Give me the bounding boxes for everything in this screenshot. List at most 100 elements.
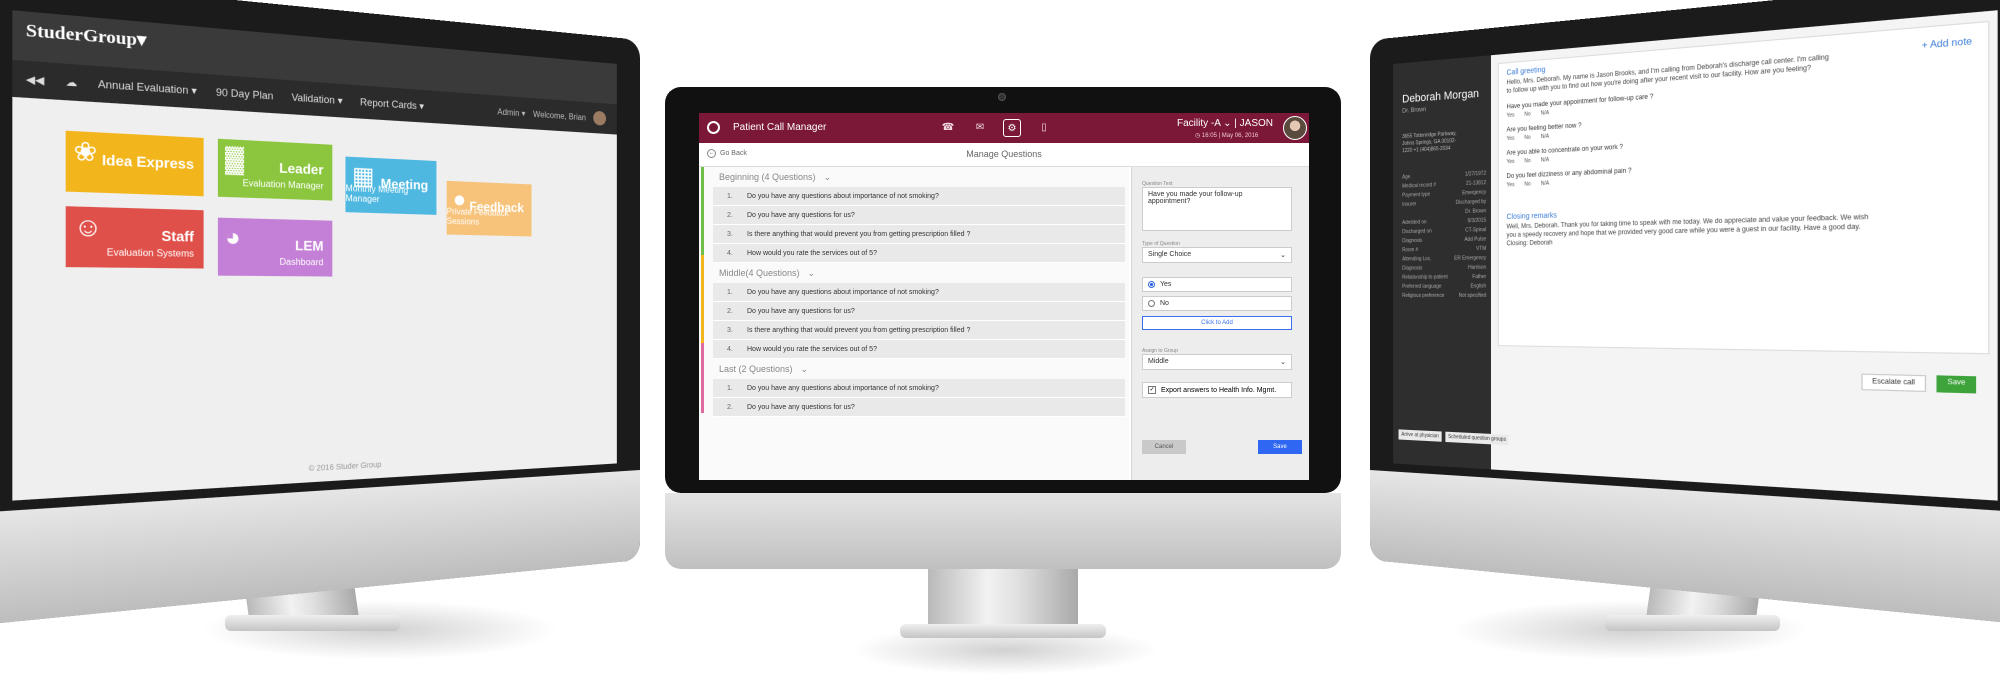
- option-no[interactable]: No: [1142, 296, 1292, 311]
- subheader: ← Go Back Manage Questions: [699, 143, 1309, 167]
- type-select[interactable]: Single Choice ⌄: [1142, 247, 1292, 263]
- question-text: Is there anything that would prevent you…: [747, 327, 971, 334]
- question-item[interactable]: 2. Do you have any questions for us?: [713, 398, 1125, 417]
- phone-icon[interactable]: ☎: [939, 119, 957, 137]
- question-group-middle: Middle(4 Questions) ⌄ 1. Do you have any q…: [699, 263, 1129, 359]
- answer-na[interactable]: N/A: [1541, 133, 1549, 140]
- option-label: Yes: [1160, 281, 1172, 288]
- center-chin: [665, 493, 1341, 569]
- script-card: + Add note Call greeting Hello, Mrs. Deb…: [1497, 20, 1990, 355]
- detail-key: Diagnosis: [1402, 237, 1423, 245]
- tile-subtitle: Evaluation Systems: [106, 247, 194, 260]
- avatar[interactable]: [593, 110, 607, 126]
- cloud-icon[interactable]: ☁: [65, 75, 77, 89]
- tile-subtitle: Dashboard: [279, 256, 324, 268]
- document-icon[interactable]: ▯: [1035, 119, 1053, 137]
- question-item[interactable]: 4. How would you rate the services out of…: [713, 340, 1125, 359]
- question-item[interactable]: 1. Do you have any questions about import…: [713, 187, 1125, 206]
- question-item[interactable]: 4. How would you rate the services out of…: [713, 244, 1125, 263]
- click-to-add-button[interactable]: Click to Add: [1142, 316, 1292, 330]
- question-edit-panel: Question Text Have you made your follow-…: [1131, 167, 1309, 480]
- answer-yes[interactable]: Yes: [1507, 182, 1515, 189]
- app-header: Patient Call Manager ☎ ✉ ⚙ ▯ Facility -A…: [699, 113, 1309, 143]
- question-text: Is there anything that would prevent you…: [747, 231, 971, 238]
- nav-90-day-plan[interactable]: 90 Day Plan: [216, 86, 273, 101]
- tile-idea-express[interactable]: ❀ Idea Express: [65, 130, 204, 197]
- user-greeting: Welcome, Brian: [533, 109, 586, 122]
- question-group-beginning: Beginning (4 Questions) ⌄ 1. Do you have a…: [699, 167, 1129, 263]
- app-logo-icon[interactable]: [707, 121, 720, 134]
- studer-logo[interactable]: StuderGroup▾: [26, 21, 146, 50]
- group-select[interactable]: Middle ⌄: [1142, 354, 1292, 370]
- detail-value: ER Emergency: [1454, 255, 1487, 262]
- question-text: Do you have any questions for us?: [747, 212, 855, 219]
- detail-value: Father: [1472, 273, 1487, 281]
- tile-title: Leader: [279, 160, 324, 178]
- cancel-button[interactable]: Cancel: [1142, 440, 1186, 454]
- app-title: Patient Call Manager: [733, 122, 827, 133]
- save-button[interactable]: Save: [1258, 440, 1302, 454]
- detail-key: Age: [1402, 174, 1411, 181]
- save-button[interactable]: Save: [1936, 375, 1977, 394]
- detail-value: Not specified: [1458, 292, 1487, 299]
- answer-no[interactable]: No: [1524, 134, 1530, 141]
- checkbox-checked-icon[interactable]: ✓: [1148, 386, 1156, 394]
- nav-validation[interactable]: Validation ▾: [292, 91, 343, 107]
- answer-na[interactable]: N/A: [1541, 157, 1549, 164]
- answer-na[interactable]: N/A: [1541, 110, 1549, 117]
- scheduled-question-groups-button[interactable]: Scheduled question groups: [1445, 431, 1509, 446]
- tile-feedback[interactable]: ● Feedback Private Feedback Sessions: [446, 180, 532, 237]
- tile-leader[interactable]: ▓ Leader Evaluation Manager: [217, 138, 333, 201]
- datetime: ◷ 16:05 | May 06, 2016: [1195, 133, 1259, 139]
- question-item[interactable]: 3. Is there anything that would prevent y…: [713, 321, 1125, 340]
- chevron-down-icon: ⌄: [1280, 359, 1286, 366]
- left-stand-base: [225, 615, 400, 631]
- detail-key: Religious preference: [1402, 292, 1445, 299]
- escalate-call-button[interactable]: Escalate call: [1860, 373, 1927, 393]
- export-checkbox-row[interactable]: ✓ Export answers to Health Info. Mgmt.: [1142, 382, 1292, 398]
- answer-no[interactable]: No: [1524, 181, 1530, 188]
- q-num: 1.: [727, 385, 733, 392]
- q-num: 1.: [727, 289, 733, 296]
- question-item[interactable]: 2. Do you have any questions for us?: [713, 302, 1125, 321]
- answer-yes[interactable]: Yes: [1507, 135, 1515, 142]
- question-item[interactable]: 1. Do you have any questions about import…: [713, 379, 1125, 398]
- group-title[interactable]: Middle(4 Questions) ⌄: [709, 263, 1129, 283]
- arrive-at-physician-button[interactable]: Arrive at physician: [1398, 429, 1442, 442]
- answer-no[interactable]: No: [1524, 111, 1530, 118]
- option-yes[interactable]: Yes: [1142, 277, 1292, 292]
- nav-annual-evaluation[interactable]: Annual Evaluation ▾: [98, 78, 197, 98]
- chevron-down-icon: ⌄: [1280, 252, 1286, 259]
- q-num: 4.: [727, 346, 733, 353]
- panel-form: Question Text Have you made your follow-…: [1142, 175, 1292, 398]
- detail-row: Preferred language English: [1402, 283, 1486, 293]
- question-item[interactable]: 1. Do you have any questions about import…: [713, 283, 1125, 302]
- question-text-field[interactable]: Have you made your follow-up appointment…: [1142, 187, 1292, 231]
- group-title-text: Middle(4 Questions): [719, 268, 800, 278]
- header-icons: ☎ ✉ ⚙ ▯: [939, 119, 1053, 137]
- q-num: 2.: [727, 404, 733, 411]
- tile-lem[interactable]: ◕ LEM Dashboard: [217, 217, 333, 277]
- answer-yes[interactable]: Yes: [1507, 159, 1515, 166]
- facility-selector[interactable]: Facility -A ⌄ | JASON: [1177, 118, 1273, 129]
- tile-meeting[interactable]: ▦ Meeting Monthly Meeting Manager: [345, 156, 437, 215]
- group-title[interactable]: Beginning (4 Questions) ⌄: [709, 167, 1129, 187]
- question-item[interactable]: 2. Do you have any questions for us?: [713, 206, 1125, 225]
- group-title[interactable]: Last (2 Questions) ⌄: [709, 359, 1129, 379]
- gear-icon[interactable]: ⚙: [1003, 119, 1021, 137]
- avatar[interactable]: [1283, 116, 1307, 140]
- tile-subtitle: Evaluation Manager: [242, 177, 324, 192]
- question-item[interactable]: 3. Is there anything that would prevent y…: [713, 225, 1125, 244]
- back-icon[interactable]: ◀◀: [26, 72, 44, 87]
- answer-no[interactable]: No: [1524, 158, 1530, 165]
- mail-icon[interactable]: ✉: [971, 119, 989, 137]
- tile-staff[interactable]: ☺ Staff Evaluation Systems: [65, 206, 204, 269]
- answer-na[interactable]: N/A: [1541, 180, 1549, 187]
- answer-yes[interactable]: Yes: [1507, 112, 1515, 119]
- user-menu[interactable]: Admin ▾: [497, 107, 525, 118]
- patient-name: Deborah Morgan: [1402, 87, 1480, 106]
- detail-key: Discharged on: [1402, 228, 1432, 236]
- call-script: + Add note Call greeting Hello, Mrs. Deb…: [1497, 20, 1990, 394]
- tile-grid: ❀ Idea Express ▓ Leader Evaluation Manag…: [65, 130, 536, 375]
- nav-report-cards[interactable]: Report Cards ▾: [360, 96, 424, 112]
